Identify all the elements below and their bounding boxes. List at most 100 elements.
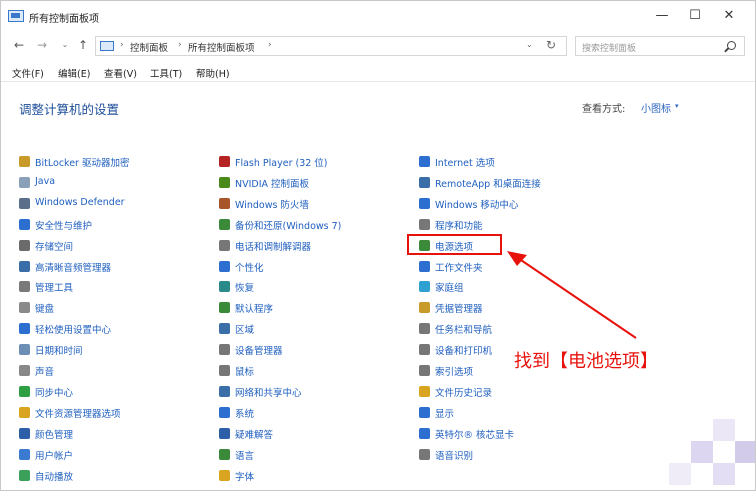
item-label: 程序和功能 bbox=[435, 220, 483, 232]
flash-icon bbox=[219, 156, 230, 167]
blur-block bbox=[713, 463, 735, 485]
personalization-icon bbox=[219, 260, 230, 272]
item-label: 凭据管理器 bbox=[435, 304, 483, 316]
item-label: 区域 bbox=[235, 325, 255, 337]
nvidia-icon bbox=[219, 176, 230, 188]
item-label: 颜色管理 bbox=[35, 429, 74, 441]
item-label: 文件历史记录 bbox=[435, 387, 493, 399]
credential-manager-icon bbox=[419, 302, 430, 314]
item-label: 显示 bbox=[435, 408, 455, 420]
item-label: Windows 防火墙 bbox=[235, 199, 309, 211]
keyboard-icon bbox=[19, 302, 30, 314]
indexing-icon bbox=[419, 365, 430, 376]
item-label: 语言 bbox=[235, 450, 255, 462]
firewall-icon bbox=[219, 197, 230, 209]
item-label: 管理工具 bbox=[35, 283, 74, 295]
item-label: 家庭组 bbox=[435, 283, 464, 295]
fonts-icon bbox=[219, 469, 230, 481]
item-label: 电话和调制解调器 bbox=[235, 241, 312, 253]
item-label: 自动播放 bbox=[35, 471, 74, 483]
clock-icon bbox=[19, 344, 30, 356]
homegroup-icon bbox=[419, 281, 430, 293]
backup-icon bbox=[219, 218, 230, 230]
item-label: Windows Defender bbox=[35, 196, 125, 208]
file-history-icon bbox=[419, 385, 430, 397]
annotation-text: 找到【电池选项】 bbox=[514, 351, 658, 372]
item-label: 设备和打印机 bbox=[435, 346, 493, 358]
color-management-icon bbox=[19, 427, 30, 439]
item-label: 语音识别 bbox=[435, 450, 474, 462]
intel-graphics-icon bbox=[419, 427, 430, 439]
blur-block bbox=[691, 441, 713, 463]
item-label: 设备管理器 bbox=[235, 346, 283, 358]
item-label: RemoteApp 和桌面连接 bbox=[435, 178, 541, 190]
speaker-icon bbox=[19, 365, 30, 376]
item-label: 声音 bbox=[35, 367, 55, 378]
system-icon bbox=[219, 406, 230, 418]
item-label: BitLocker 驱动器加密 bbox=[35, 158, 130, 169]
ease-of-access-icon bbox=[19, 323, 30, 335]
item-label: Flash Player (32 位) bbox=[235, 158, 328, 169]
item-label: 网络和共享中心 bbox=[235, 387, 302, 399]
item-label: 用户帐户 bbox=[35, 450, 74, 462]
item-label: 工作文件夹 bbox=[435, 262, 483, 274]
device-manager-icon bbox=[219, 344, 230, 356]
highlight-box bbox=[407, 234, 502, 255]
item-label: Internet 选项 bbox=[435, 158, 495, 169]
item-label: 日期和时间 bbox=[35, 346, 83, 358]
item-label: 鼠标 bbox=[235, 367, 255, 378]
autoplay-icon bbox=[19, 469, 30, 481]
network-icon bbox=[219, 385, 230, 397]
item-label: Java bbox=[35, 175, 56, 187]
item-label: 索引选项 bbox=[435, 367, 474, 378]
audio-manager-icon bbox=[19, 260, 30, 272]
item-label: 轻松使用设置中心 bbox=[35, 325, 112, 337]
display-icon bbox=[419, 406, 430, 418]
taskbar-icon bbox=[419, 323, 430, 335]
internet-options-icon bbox=[419, 156, 430, 167]
user-accounts-icon bbox=[19, 448, 30, 460]
microphone-icon bbox=[419, 448, 430, 460]
blur-block bbox=[735, 441, 755, 463]
item-label: Windows 移动中心 bbox=[435, 199, 519, 211]
java-icon bbox=[19, 176, 30, 188]
item-label: 系统 bbox=[235, 408, 255, 420]
work-folders-icon bbox=[419, 260, 430, 272]
item-label: 恢复 bbox=[235, 283, 255, 295]
defender-icon bbox=[19, 197, 30, 209]
folder-options-icon bbox=[19, 406, 30, 418]
flag-icon bbox=[19, 218, 30, 230]
item-label: 个性化 bbox=[235, 262, 264, 274]
phone-modem-icon bbox=[219, 239, 230, 251]
sync-icon bbox=[19, 385, 30, 397]
item-label: 英特尔® 核芯显卡 bbox=[435, 429, 515, 441]
item-label: 疑难解答 bbox=[235, 429, 274, 441]
item-label: 安全性与维护 bbox=[35, 220, 93, 232]
troubleshoot-icon bbox=[219, 427, 230, 439]
item-label: 默认程序 bbox=[235, 304, 274, 316]
default-programs-icon bbox=[219, 302, 230, 314]
item-label: 文件资源管理器选项 bbox=[35, 408, 121, 420]
control-panel-window: 所有控制面板项 — ☐ ✕ ← → ⌄ ↑ › 控制面板 › 所有控制面板项 ›… bbox=[0, 0, 756, 491]
remoteapp-icon bbox=[419, 176, 430, 188]
item-label: 备份和还原(Windows 7) bbox=[235, 220, 342, 232]
item-label: 同步中心 bbox=[35, 387, 74, 399]
language-icon bbox=[219, 448, 230, 460]
programs-features-icon bbox=[419, 218, 430, 230]
item-label: 存储空间 bbox=[35, 241, 74, 253]
admin-tools-icon bbox=[19, 281, 30, 293]
printer-icon bbox=[419, 344, 430, 356]
blur-block bbox=[669, 463, 691, 485]
blur-block bbox=[713, 419, 735, 441]
annotation-arrow bbox=[507, 251, 637, 339]
item-label: 字体 bbox=[235, 471, 255, 483]
item-label: NVIDIA 控制面板 bbox=[235, 178, 310, 190]
mobility-center-icon bbox=[419, 197, 430, 209]
storage-icon bbox=[19, 239, 30, 251]
item-label: 任务栏和导航 bbox=[435, 325, 493, 337]
region-icon bbox=[219, 323, 230, 335]
recovery-icon bbox=[219, 281, 230, 293]
item-label: 键盘 bbox=[35, 304, 55, 316]
item-label: 高清晰音频管理器 bbox=[35, 262, 112, 274]
mouse-icon bbox=[219, 365, 230, 376]
